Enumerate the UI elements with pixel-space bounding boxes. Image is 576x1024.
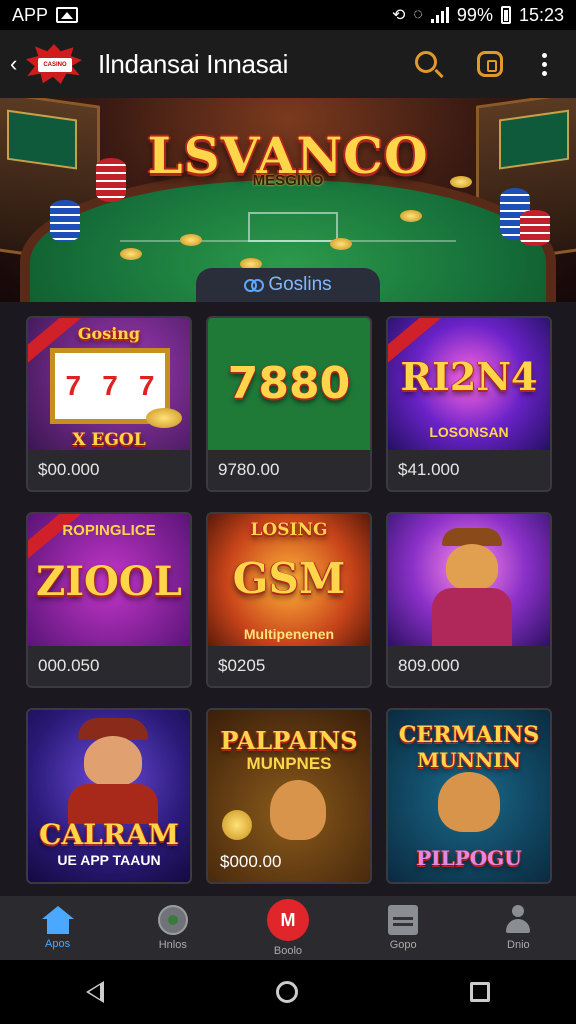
nav-casino[interactable]: M Boolo: [243, 896, 333, 960]
game-grid: Gosing 777 X EGOL $00.000 7880 9780.00 R…: [0, 302, 576, 896]
nav-label: Hnlos: [158, 939, 187, 951]
hero-subtitle: MESGINO: [252, 172, 324, 189]
logo-plate: CASINO: [38, 58, 72, 72]
category-tab-label: Goslins: [268, 274, 332, 295]
game-art: Gosing 777 X EGOL: [28, 318, 190, 452]
game-card[interactable]: RI2N4 LOSONSAN $41.000: [386, 316, 552, 492]
app-title: Ilndansai Innasai: [98, 48, 289, 79]
wifi-icon: ◌: [413, 6, 423, 23]
system-back-icon[interactable]: [86, 981, 104, 1003]
gamepad-icon: [157, 905, 188, 935]
game-card[interactable]: CALRAM UE APP TAAUN: [26, 708, 192, 884]
nav-games[interactable]: Hnlos: [128, 896, 218, 960]
app-header: ‹ CASINO Ilndansai Innasai: [0, 30, 576, 98]
back-icon[interactable]: ‹: [10, 51, 24, 77]
coins-button[interactable]: [468, 42, 512, 86]
game-art: 7880: [208, 318, 370, 452]
system-home-icon[interactable]: [276, 981, 298, 1003]
search-icon: [415, 51, 437, 73]
nav-label: Apos: [45, 938, 71, 950]
vibrate-icon: ⟲: [392, 7, 406, 24]
more-icon: [541, 52, 547, 76]
game-price: $00.000: [28, 450, 190, 490]
game-card[interactable]: PALPAINS MUNPNES $000.00: [206, 708, 372, 884]
chip-stack: [520, 210, 550, 246]
hero-banner[interactable]: LSVANCO MESGINO Goslins: [0, 98, 576, 302]
game-card[interactable]: ROPINGLICE ZIOOL 000.050: [26, 512, 192, 688]
coin: [180, 234, 202, 246]
character-body: [432, 588, 512, 648]
character-face: [446, 544, 498, 590]
image-notification-icon: [56, 7, 79, 23]
game-card[interactable]: LOSING GSM Multipenenen $0205: [206, 512, 372, 688]
game-art: ROPINGLICE ZIOOL: [28, 514, 190, 648]
link-icon: [244, 278, 265, 292]
game-art: PALPAINS MUNPNES $000.00: [208, 710, 370, 882]
coin: [400, 210, 422, 222]
nav-profile[interactable]: Dnio: [473, 896, 563, 960]
home-icon: [41, 906, 74, 934]
game-art: CALRAM UE APP TAAUN: [28, 710, 190, 882]
game-card[interactable]: 7880 9780.00: [206, 316, 372, 492]
nav-home[interactable]: Apos: [13, 896, 103, 960]
game-card[interactable]: CERMAINS MUNNIN PILPOGU: [386, 708, 552, 884]
game-price: $41.000: [388, 450, 550, 490]
search-button[interactable]: [406, 42, 450, 86]
coin: [330, 238, 352, 250]
status-left: APP: [12, 4, 79, 26]
status-bar: APP ⟲ ◌ 99% 15:23: [0, 0, 576, 30]
coin: [120, 248, 142, 260]
chip-stack: [50, 200, 80, 242]
nav-document[interactable]: Gopo: [358, 896, 448, 960]
status-app-label: APP: [12, 4, 49, 25]
bottom-nav: Apos Hnlos M Boolo Gopo Dnio: [0, 896, 576, 960]
system-recents-icon[interactable]: [470, 982, 490, 1002]
game-art: LOSING GSM Multipenenen: [208, 514, 370, 648]
battery-percent: 99%: [456, 4, 493, 25]
coin-icon: [477, 51, 503, 77]
app-logo[interactable]: CASINO: [26, 44, 82, 84]
game-price: $000.00: [220, 852, 282, 871]
game-card[interactable]: Gosing 777 X EGOL $00.000: [26, 316, 192, 492]
game-price: 809.000: [388, 646, 550, 686]
battery-icon: [500, 6, 511, 24]
more-button[interactable]: [522, 42, 566, 86]
status-right: ⟲ ◌ 99% 15:23: [392, 5, 564, 26]
clock: 15:23: [518, 4, 564, 25]
game-art: [388, 514, 550, 648]
game-card[interactable]: 809.000: [386, 512, 552, 688]
nav-label: Gopo: [389, 939, 417, 951]
game-price: 000.050: [28, 646, 190, 686]
document-icon: [388, 905, 419, 935]
game-art: CERMAINS MUNNIN PILPOGU: [388, 710, 550, 882]
profile-icon: [503, 905, 533, 935]
category-tab[interactable]: Goslins: [196, 268, 380, 302]
system-nav-bar: [0, 960, 576, 1024]
game-art: RI2N4 LOSONSAN: [388, 318, 550, 452]
nav-label: Boolo: [273, 945, 303, 957]
game-price: 9780.00: [208, 450, 370, 490]
signal-icon: [430, 7, 449, 23]
game-price: $0205: [208, 646, 370, 686]
nav-label: Dnio: [507, 939, 530, 951]
casino-icon: M: [266, 899, 309, 941]
